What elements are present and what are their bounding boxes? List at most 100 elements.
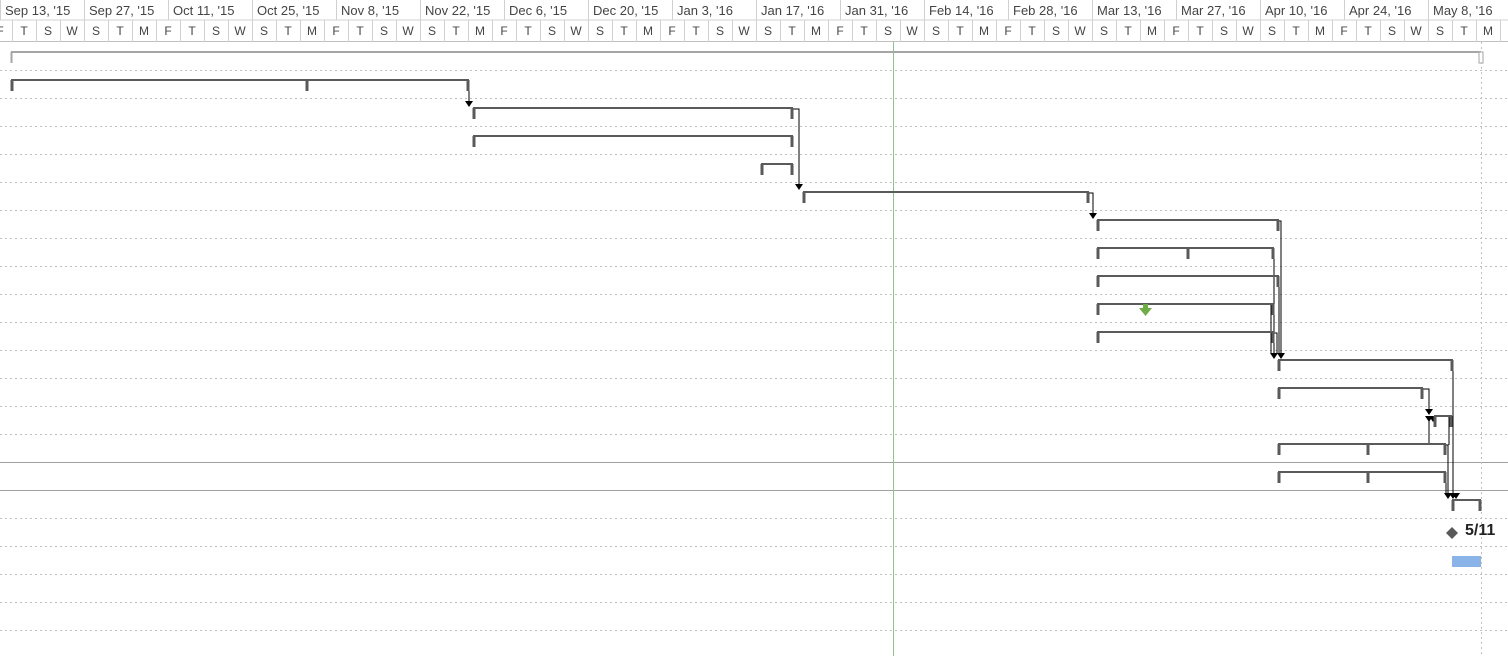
day-label: S xyxy=(764,24,772,38)
day-label: F xyxy=(500,24,507,38)
day-label: T xyxy=(188,24,196,38)
day-label: T xyxy=(1124,24,1132,38)
connector-arrow-icon xyxy=(465,101,473,107)
day-label: W xyxy=(1410,24,1422,38)
day-label: T xyxy=(1292,24,1300,38)
day-label: S xyxy=(716,24,724,38)
week-label: Mar 13, '16 xyxy=(1097,3,1162,18)
week-label: Jan 17, '16 xyxy=(761,3,824,18)
week-label: Oct 11, '15 xyxy=(173,3,235,18)
week-label: Nov 22, '15 xyxy=(425,3,490,18)
milestone-date-label: 5/11 xyxy=(1465,522,1495,539)
day-label: F xyxy=(0,24,4,38)
day-label: F xyxy=(836,24,843,38)
week-label: Apr 24, '16 xyxy=(1349,3,1411,18)
day-label: W xyxy=(402,24,414,38)
week-label: Feb 28, '16 xyxy=(1013,3,1078,18)
day-label: S xyxy=(1220,24,1228,38)
milestone-diamond-icon[interactable] xyxy=(1446,527,1458,539)
day-label: T xyxy=(860,24,868,38)
day-label: T xyxy=(1460,24,1468,38)
week-label: Dec 20, '15 xyxy=(593,3,658,18)
task-bars[interactable] xyxy=(10,51,1484,511)
deadline-arrow-stem xyxy=(1143,304,1148,309)
day-label: S xyxy=(428,24,436,38)
day-label: T xyxy=(524,24,532,38)
week-label: Jan 31, '16 xyxy=(845,3,908,18)
day-label: S xyxy=(1268,24,1276,38)
day-label: S xyxy=(380,24,388,38)
day-label: T xyxy=(620,24,628,38)
deadline-arrow-head xyxy=(1139,308,1152,316)
day-label: F xyxy=(668,24,675,38)
day-label: M xyxy=(1483,24,1493,38)
day-label: W xyxy=(906,24,918,38)
day-label: S xyxy=(884,24,892,38)
day-label: W xyxy=(66,24,78,38)
connector-arrow-icon xyxy=(1444,493,1452,499)
connector-arrow-icon xyxy=(1277,353,1285,359)
week-label: Feb 14, '16 xyxy=(929,3,994,18)
day-label: M xyxy=(1147,24,1157,38)
day-label: W xyxy=(570,24,582,38)
gantt-chart-area[interactable]: Sep 13, '15 Sep 27, '15 Oct 11, '15 Oct 25,… xyxy=(0,0,1508,656)
day-label: F xyxy=(332,24,339,38)
day-label: T xyxy=(20,24,28,38)
week-label: Apr 10, '16 xyxy=(1265,3,1327,18)
deadline-arrow-icon[interactable] xyxy=(1139,304,1152,316)
dependency-links xyxy=(465,81,1460,499)
week-label: Sep 13, '15 xyxy=(5,3,70,18)
day-label: S xyxy=(260,24,268,38)
dependency-connector xyxy=(793,108,800,184)
connector-arrow-icon xyxy=(1270,353,1278,359)
day-label: M xyxy=(811,24,821,38)
day-label: F xyxy=(1172,24,1179,38)
connector-arrow-icon xyxy=(795,184,803,190)
day-label: M xyxy=(307,24,317,38)
day-label: S xyxy=(212,24,220,38)
day-label: M xyxy=(979,24,989,38)
week-label: Sep 27, '15 xyxy=(89,3,154,18)
day-label: T xyxy=(788,24,796,38)
project-summary-end xyxy=(1478,51,1484,64)
day-label: S xyxy=(596,24,604,38)
timescale-header: Sep 13, '15 Sep 27, '15 Oct 11, '15 Oct 25,… xyxy=(0,0,1508,42)
day-label: T xyxy=(1028,24,1036,38)
day-label: T xyxy=(356,24,364,38)
connector-arrow-icon xyxy=(1089,213,1097,219)
grid-lines xyxy=(0,42,1508,656)
day-label: T xyxy=(116,24,124,38)
week-label: Dec 6, '15 xyxy=(509,3,567,18)
day-label: T xyxy=(956,24,964,38)
day-label: T xyxy=(1364,24,1372,38)
day-label: W xyxy=(738,24,750,38)
week-label: Jan 3, '16 xyxy=(677,3,733,18)
day-label: W xyxy=(1242,24,1254,38)
week-label: Mar 27, '16 xyxy=(1181,3,1246,18)
day-label: S xyxy=(1436,24,1444,38)
day-label: S xyxy=(1388,24,1396,38)
day-label: S xyxy=(92,24,100,38)
day-label: S xyxy=(1052,24,1060,38)
week-label: Oct 25, '15 xyxy=(257,3,319,18)
day-label: F xyxy=(1004,24,1011,38)
day-label: S xyxy=(548,24,556,38)
day-label: M xyxy=(139,24,149,38)
day-label: W xyxy=(1074,24,1086,38)
week-label: May 8, '16 xyxy=(1433,3,1493,18)
week-label: Nov 8, '15 xyxy=(341,3,399,18)
progress-block[interactable] xyxy=(1452,556,1481,567)
day-label: S xyxy=(44,24,52,38)
day-label: M xyxy=(475,24,485,38)
project-finish-milestone[interactable]: 5/11 xyxy=(1446,522,1495,539)
day-label: S xyxy=(932,24,940,38)
day-label: T xyxy=(1196,24,1204,38)
day-label: T xyxy=(692,24,700,38)
connector-arrow-icon xyxy=(1425,409,1433,415)
day-label: M xyxy=(1315,24,1325,38)
day-label: T xyxy=(452,24,460,38)
day-label: S xyxy=(1100,24,1108,38)
day-label: F xyxy=(1340,24,1347,38)
day-label: F xyxy=(164,24,171,38)
day-label: M xyxy=(643,24,653,38)
